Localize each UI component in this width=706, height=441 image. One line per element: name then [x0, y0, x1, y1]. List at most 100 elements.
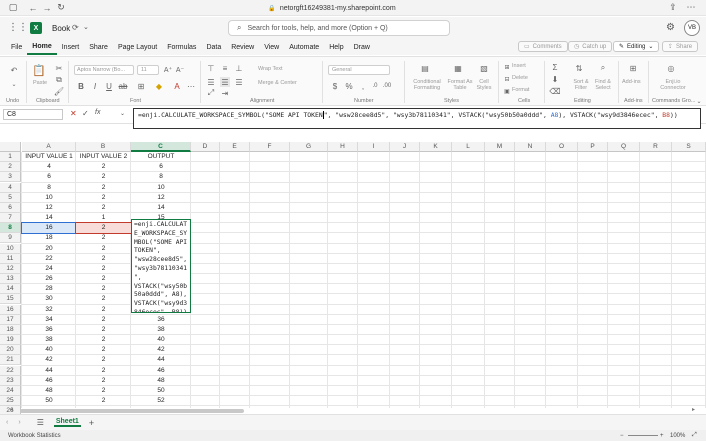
row-header-19[interactable]: 19	[0, 335, 21, 346]
tab-file[interactable]: File	[6, 39, 27, 55]
table-cell[interactable]: 6	[22, 172, 76, 182]
conditional-formatting-icon[interactable]: ▤	[420, 63, 430, 73]
table-cell[interactable]: 2	[76, 203, 131, 213]
header-cell[interactable]: INPUT VALUE 1	[22, 152, 76, 162]
table-cell[interactable]: 10	[131, 183, 191, 193]
table-cell[interactable]: 16	[21, 222, 77, 235]
address-bar[interactable]: 🔒 netorgft16249381-my.sharepoint.com	[232, 2, 432, 14]
table-cell[interactable]: 2	[76, 172, 131, 182]
column-header-h[interactable]: H	[328, 142, 358, 152]
column-header-g[interactable]: G	[290, 142, 328, 152]
autosave-icon[interactable]: ⟳	[72, 23, 79, 32]
chevron-down-icon[interactable]: ⌄	[120, 110, 125, 117]
enji-connector-icon[interactable]: ◎	[666, 63, 676, 73]
table-cell[interactable]: 2	[76, 366, 131, 376]
row-header-12[interactable]: 12	[0, 263, 21, 274]
sort-filter-button[interactable]: Sort & Filter	[570, 79, 592, 91]
table-cell[interactable]: 2	[76, 325, 131, 335]
table-cell[interactable]: 2	[76, 294, 131, 304]
table-cell[interactable]: 28	[22, 284, 76, 294]
table-cell[interactable]: 14	[22, 213, 76, 223]
table-cell[interactable]: 1	[76, 213, 131, 223]
add-sheet-icon[interactable]: +	[89, 418, 94, 428]
row-header-17[interactable]: 17	[0, 314, 21, 325]
table-cell[interactable]: 2	[76, 183, 131, 193]
table-cell[interactable]: 4	[22, 162, 76, 172]
table-cell[interactable]: 2	[76, 233, 131, 243]
row-header-18[interactable]: 18	[0, 324, 21, 335]
column-header-r[interactable]: R	[640, 142, 672, 152]
row-header-9[interactable]: 9	[0, 233, 21, 244]
borders-icon[interactable]: ⊞	[136, 81, 146, 91]
table-cell[interactable]: 2	[76, 162, 131, 172]
clear-icon[interactable]: ⌫	[549, 86, 560, 96]
table-cell[interactable]: 2	[76, 284, 131, 294]
table-cell[interactable]: 22	[22, 254, 76, 264]
table-cell[interactable]: 26	[22, 274, 76, 284]
tab-home[interactable]: Home	[27, 39, 57, 55]
column-header-j[interactable]: J	[390, 142, 420, 152]
orientation-icon[interactable]: ⤢	[206, 88, 216, 98]
editing-mode-button[interactable]: ✎ Editing ⌄	[613, 41, 660, 52]
table-cell[interactable]: 38	[22, 335, 76, 345]
column-header-m[interactable]: M	[485, 142, 515, 152]
next-sheet-icon[interactable]: ›	[18, 419, 20, 426]
font-size-select[interactable]: 11	[137, 65, 159, 75]
align-top-icon[interactable]: ⊤	[206, 63, 216, 73]
paste-icon[interactable]: 📋	[32, 65, 46, 77]
table-cell[interactable]: 34	[22, 315, 76, 325]
fx-icon[interactable]: fx	[95, 109, 100, 116]
workbook-statistics[interactable]: Workbook Statistics	[8, 433, 61, 439]
table-cell[interactable]: 52	[131, 396, 191, 406]
table-cell[interactable]: 36	[131, 315, 191, 325]
cell-styles-button[interactable]: Cell Styles	[474, 79, 494, 91]
delete-cells-button[interactable]: Delete	[512, 75, 528, 81]
table-cell[interactable]: 50	[131, 386, 191, 396]
indent-icon[interactable]: ⇥	[220, 88, 230, 98]
merge-center-button[interactable]: Merge & Center	[258, 80, 297, 86]
conditional-formatting-button[interactable]: Conditional Formatting	[408, 79, 446, 91]
table-cell[interactable]: 44	[22, 366, 76, 376]
row-header-3[interactable]: 3	[0, 172, 21, 183]
row-header-13[interactable]: 13	[0, 274, 21, 285]
row-header-4[interactable]: 4	[0, 182, 21, 193]
strikethrough-icon[interactable]: ab	[118, 81, 128, 91]
formula-input[interactable]: =enji.CALCULATE_WORKSPACE_SYMBOL("SOME A…	[133, 108, 701, 129]
tab-review[interactable]: Review	[226, 39, 259, 55]
chevron-down-icon[interactable]: ⌄	[9, 79, 19, 89]
row-header-22[interactable]: 22	[0, 365, 21, 376]
fill-color-icon[interactable]: ◆	[154, 81, 164, 91]
decrease-font-icon[interactable]: A⁻	[175, 65, 185, 75]
align-right-icon[interactable]: ☰	[234, 77, 244, 87]
table-cell[interactable]: 2	[76, 193, 131, 203]
row-header-10[interactable]: 10	[0, 243, 21, 254]
table-cell[interactable]: 42	[22, 355, 76, 365]
forward-icon[interactable]: →	[40, 1, 54, 15]
all-sheets-icon[interactable]: ☰	[37, 418, 44, 427]
enji-connector-button[interactable]: Enji.io Connector	[654, 79, 692, 91]
cut-icon[interactable]: ✂	[54, 63, 64, 73]
table-cell[interactable]: 2	[76, 355, 131, 365]
wrap-text-button[interactable]: Wrap Text	[258, 66, 283, 72]
avatar[interactable]: VB	[684, 20, 700, 36]
row-header-5[interactable]: 5	[0, 192, 21, 203]
table-cell[interactable]: 46	[22, 376, 76, 386]
table-cell[interactable]: 38	[131, 325, 191, 335]
column-header-f[interactable]: F	[250, 142, 290, 152]
table-cell[interactable]: 2	[75, 222, 132, 235]
column-header-i[interactable]: I	[358, 142, 390, 152]
add-ins-icon[interactable]: ⊞	[628, 63, 638, 73]
zoom-slider[interactable]	[628, 435, 658, 436]
zoom-out-icon[interactable]: −	[620, 433, 624, 439]
table-cell[interactable]: 12	[22, 203, 76, 213]
column-header-c[interactable]: C	[131, 142, 191, 152]
extensions-icon[interactable]: ⋯	[684, 1, 698, 15]
format-as-table-button[interactable]: Format As Table	[446, 79, 474, 91]
table-cell[interactable]: 48	[22, 386, 76, 396]
cancel-icon[interactable]: ✕	[70, 109, 77, 118]
zoom-in-icon[interactable]: +	[660, 433, 664, 439]
font-name-select[interactable]: Aptos Narrow (Bo...	[74, 65, 134, 75]
tab-formulas[interactable]: Formulas	[162, 39, 201, 55]
tab-view[interactable]: View	[259, 39, 284, 55]
table-cell[interactable]: 24	[22, 264, 76, 274]
